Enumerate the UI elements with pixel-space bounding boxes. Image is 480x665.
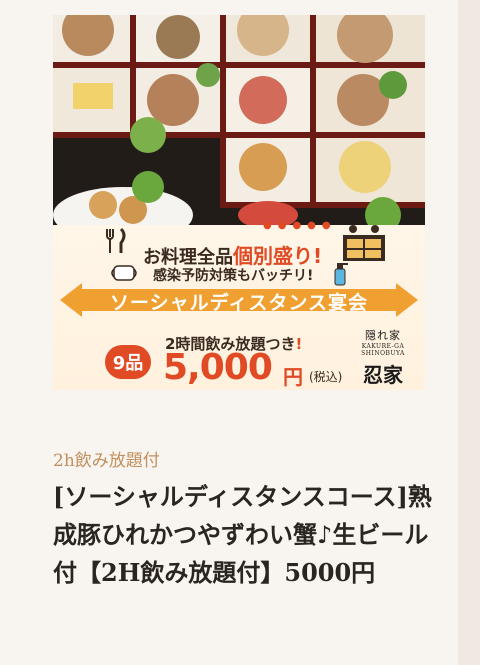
logo-line1: 隠れ家 — [365, 329, 401, 342]
logo-line2: KAKURE-GA SHINOBUYA — [361, 343, 405, 357]
page: ●●●●● お料理全品個別盛り! 感染予防対策もバッチリ! ソーシャルディスタン… — [0, 0, 480, 665]
price-unit: 円 — [283, 365, 303, 389]
tax-note: (税込) — [309, 370, 343, 384]
course-title[interactable]: [ソーシャルディスタンスコース]熟成豚ひれかつやずわい蟹♪生ビール付【2H飲み放… — [53, 478, 445, 592]
scroll-edge — [458, 0, 480, 665]
drinks-note-mark: ! — [295, 335, 303, 353]
shinobuya-logo: 隠れ家 KAKURE-GA SHINOBUYA 忍家 — [353, 327, 413, 387]
bento-box-icon — [343, 225, 385, 261]
food-photo — [53, 15, 425, 225]
dish-count-badge: 9品 — [105, 345, 151, 379]
banner-subheadline: 感染予防対策もバッチリ! — [153, 268, 314, 284]
face-mask-icon — [111, 265, 137, 281]
emphasis-dots: ●●●●● — [263, 220, 337, 231]
course-category: 2h飲み放題付 — [53, 451, 160, 471]
course-banner-image[interactable]: ●●●●● お料理全品個別盛り! 感染予防対策もバッチリ! ソーシャルディスタン… — [53, 15, 425, 390]
banner-price: 5,000 — [163, 347, 273, 388]
logo-line3: 忍家 — [363, 363, 403, 387]
arrow-band-text: ソーシャルディスタンス宴会 — [110, 292, 368, 314]
fork-knife-icon — [106, 227, 126, 253]
